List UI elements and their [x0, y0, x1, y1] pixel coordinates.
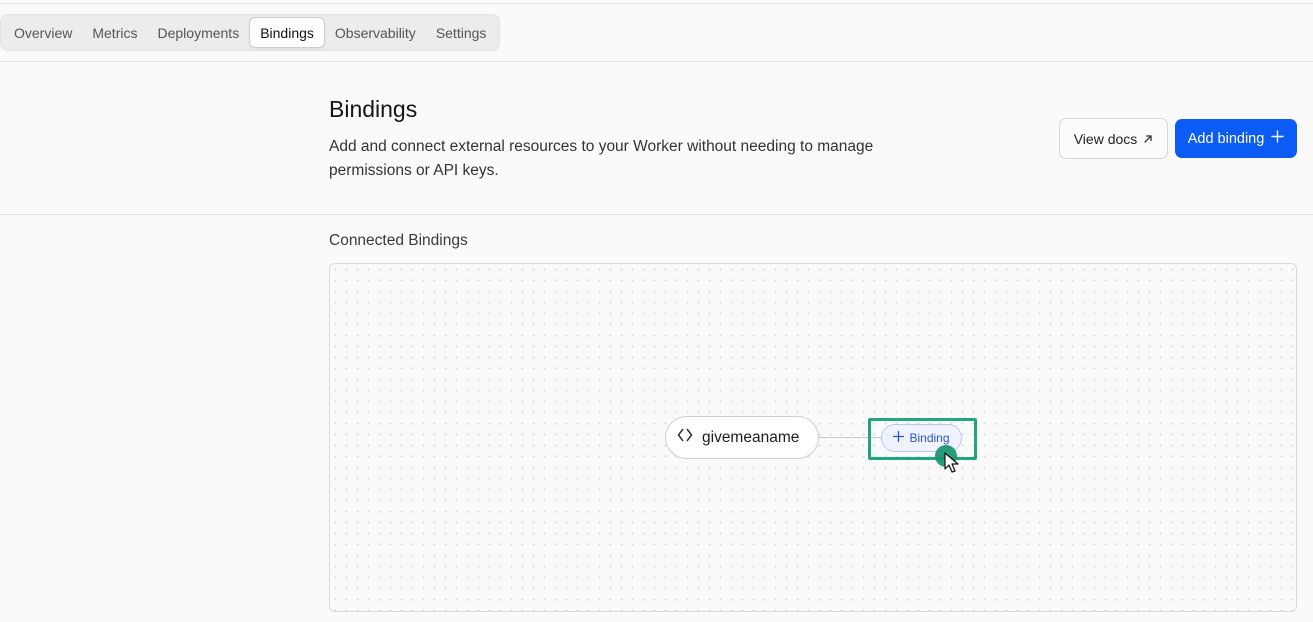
- worker-tabs: Overview Metrics Deployments Bindings Ob…: [0, 14, 501, 51]
- worker-node[interactable]: givemeaname: [665, 416, 819, 459]
- page-title: Bindings: [329, 96, 418, 122]
- view-docs-button[interactable]: View docs: [1059, 118, 1168, 159]
- bindings-canvas[interactable]: givemeaname Binding: [329, 263, 1297, 612]
- plus-icon: [1271, 130, 1284, 147]
- connected-bindings-label: Connected Bindings: [329, 232, 468, 249]
- page-description: Add and connect external resources to yo…: [329, 138, 874, 179]
- tab-bindings[interactable]: Bindings: [249, 17, 325, 48]
- external-arrow-icon: [1143, 131, 1153, 147]
- add-binding-label: Add binding: [1187, 130, 1265, 147]
- plus-icon: [893, 430, 905, 445]
- section-divider: [0, 214, 1313, 215]
- header-divider: [0, 61, 1313, 62]
- code-brackets-icon: [677, 427, 693, 448]
- add-binding-button[interactable]: Add binding: [1175, 119, 1297, 158]
- tab-deployments[interactable]: Deployments: [147, 17, 249, 48]
- tab-observability[interactable]: Observability: [325, 17, 426, 48]
- tab-settings[interactable]: Settings: [426, 17, 497, 48]
- add-binding-pill-label: Binding: [909, 431, 950, 445]
- view-docs-label: View docs: [1073, 130, 1138, 147]
- mouse-pointer-icon: [944, 452, 959, 473]
- top-divider: [0, 3, 1313, 4]
- worker-name: givemeaname: [702, 428, 800, 446]
- tab-overview[interactable]: Overview: [4, 17, 82, 48]
- tab-metrics[interactable]: Metrics: [82, 17, 147, 48]
